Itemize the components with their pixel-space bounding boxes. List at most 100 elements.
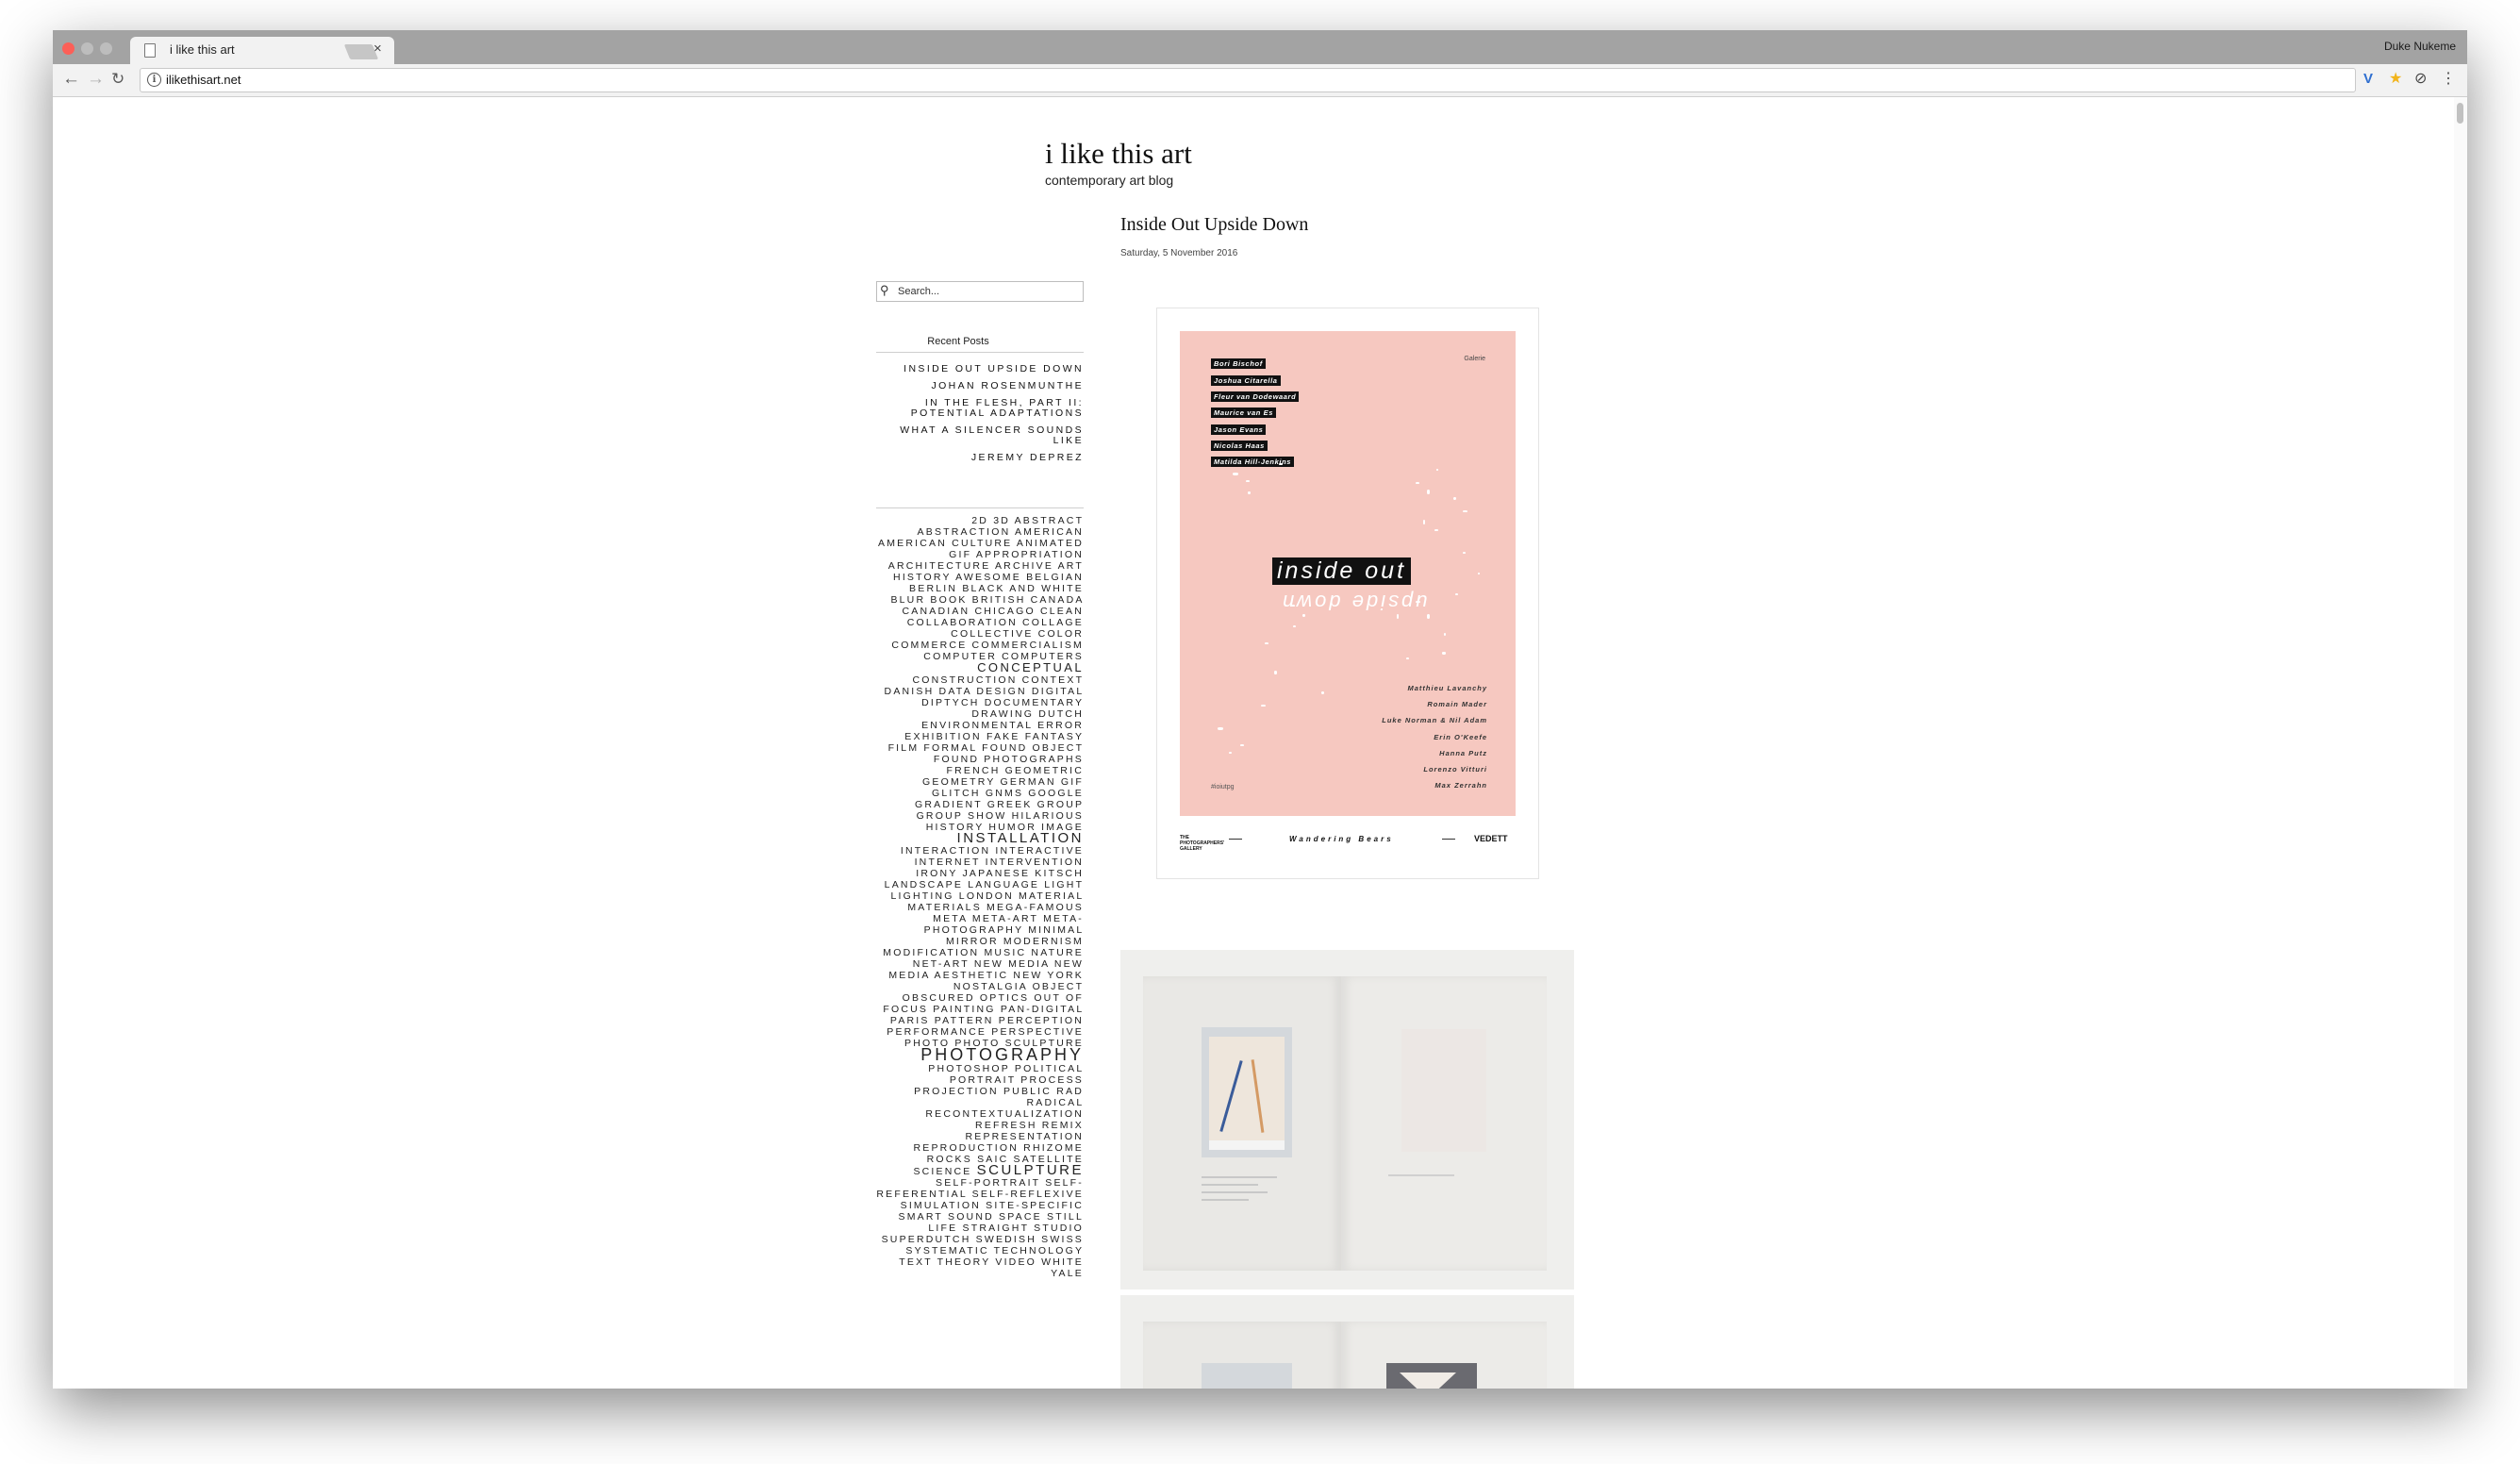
tag-link[interactable]: PUBLIC: [1003, 1086, 1052, 1097]
tag-link[interactable]: COMMERCE: [891, 640, 967, 651]
tag-link[interactable]: PHOTOSHOP: [928, 1063, 1010, 1074]
tag-link[interactable]: ENVIRONMENTAL: [921, 720, 1033, 731]
tag-link[interactable]: FORMAL: [923, 742, 977, 754]
profile-name[interactable]: Duke Nukeme: [2384, 40, 2456, 53]
tag-link[interactable]: FRENCH: [947, 765, 1001, 776]
tag-link[interactable]: GROUP SHOW: [917, 810, 1007, 822]
tag-link[interactable]: REFRESH: [975, 1120, 1037, 1131]
tag-link[interactable]: NEW MEDIA: [974, 958, 1050, 970]
tag-link[interactable]: STUDIO: [1034, 1223, 1084, 1234]
tag-link[interactable]: LIGHT: [1044, 879, 1084, 890]
zoom-window-button[interactable]: [100, 42, 112, 55]
url-text[interactable]: ilikethisart.net: [166, 73, 240, 87]
post-image-book-spread-2[interactable]: [1120, 1295, 1574, 1389]
tag-link[interactable]: COLLABORATION: [907, 617, 1018, 628]
tag-link[interactable]: GROUP: [1037, 799, 1084, 810]
tag-link[interactable]: NOSTALGIA: [953, 981, 1028, 992]
tag-link[interactable]: MIRROR: [946, 936, 999, 947]
tag-link[interactable]: AMERICAN: [1015, 526, 1084, 538]
tag-link[interactable]: COLLECTIVE: [951, 628, 1033, 640]
tag-link[interactable]: NEW YORK: [1013, 970, 1084, 981]
tag-link[interactable]: DESIGN: [976, 686, 1026, 697]
tag-link[interactable]: POLITICAL: [1015, 1063, 1084, 1074]
tag-link[interactable]: SOUND: [948, 1211, 994, 1223]
search-box[interactable]: ⚲: [876, 281, 1084, 302]
tag-link[interactable]: REMIX: [1042, 1120, 1084, 1131]
site-title[interactable]: i like this art: [1045, 137, 1192, 171]
tag-link[interactable]: NATURE: [1031, 947, 1084, 958]
tag-link[interactable]: PARIS: [890, 1015, 930, 1026]
tag-link[interactable]: GNMS: [986, 788, 1023, 799]
tag-link[interactable]: 3D: [993, 515, 1010, 526]
tag-link[interactable]: DANISH: [885, 686, 935, 697]
tag-link[interactable]: FILM: [888, 742, 920, 754]
tag-link[interactable]: OBJECT: [1033, 981, 1084, 992]
tag-link[interactable]: RHIZOME: [1023, 1142, 1084, 1154]
tag-link[interactable]: PHOTOGRAPHY: [920, 1045, 1084, 1064]
tag-link[interactable]: PROJECTION: [914, 1086, 999, 1097]
tag-link[interactable]: OBSCURED: [903, 992, 975, 1004]
tag-link[interactable]: PORTRAIT: [950, 1074, 1016, 1086]
tag-link[interactable]: SCIENCE: [913, 1166, 971, 1177]
tag-link[interactable]: SPACE: [999, 1211, 1042, 1223]
search-input[interactable]: [898, 284, 1077, 299]
tag-link[interactable]: GOOGLE: [1028, 788, 1084, 799]
tag-link[interactable]: INSTALLATION: [957, 830, 1084, 846]
tag-link[interactable]: WHITE: [1041, 1256, 1084, 1268]
recent-post-link[interactable]: JEREMY DEPREZ: [876, 453, 1084, 463]
tag-link[interactable]: GERMAN: [1000, 776, 1055, 788]
tag-link[interactable]: CLEAN: [1040, 606, 1084, 617]
tag-link[interactable]: DIGITAL: [1032, 686, 1084, 697]
tag-link[interactable]: SIMULATION: [901, 1200, 981, 1211]
tag-link[interactable]: RECONTEXTUALIZATION: [925, 1108, 1084, 1120]
tag-link[interactable]: LONDON: [959, 890, 1014, 902]
tag-link[interactable]: DATA: [939, 686, 972, 697]
tag-link[interactable]: MEGA-FAMOUS: [986, 902, 1084, 913]
tag-link[interactable]: LIGHTING: [890, 890, 953, 902]
tag-link[interactable]: DOCUMENTARY: [985, 697, 1084, 708]
back-icon[interactable]: ←: [62, 70, 80, 89]
minimize-window-button[interactable]: [81, 42, 93, 55]
recent-post-link[interactable]: INSIDE OUT UPSIDE DOWN: [876, 364, 1084, 374]
tag-link[interactable]: PATTERN: [935, 1015, 994, 1026]
tag-link[interactable]: AMERICAN CULTURE: [878, 538, 1012, 549]
tag-link[interactable]: RAD: [1056, 1086, 1084, 1097]
tag-link[interactable]: DUTCH: [1038, 708, 1084, 720]
tag-link[interactable]: SELF-REFLEXIVE: [972, 1189, 1084, 1200]
tag-link[interactable]: TEXT: [899, 1256, 932, 1268]
tag-link[interactable]: INTERACTIVE: [995, 845, 1084, 857]
tag-link[interactable]: PERSPECTIVE: [991, 1026, 1084, 1038]
tag-link[interactable]: ROCKS: [927, 1154, 972, 1165]
tag-link[interactable]: GEOMETRIC: [1005, 765, 1084, 776]
tag-link[interactable]: MODERNISM: [1003, 936, 1084, 947]
tag-link[interactable]: COLOR: [1038, 628, 1084, 640]
tag-link[interactable]: GREEK: [987, 799, 1033, 810]
tag-link[interactable]: GRADIENT: [915, 799, 983, 810]
tag-link[interactable]: APPROPRIATION: [976, 549, 1084, 560]
reload-icon[interactable]: ↻: [111, 70, 124, 89]
tag-link[interactable]: TECHNOLOGY: [994, 1245, 1084, 1256]
tag-link[interactable]: LANGUAGE: [968, 879, 1039, 890]
tag-link[interactable]: NET-ART: [913, 958, 970, 970]
tag-link[interactable]: OPTICS: [980, 992, 1029, 1004]
tag-link[interactable]: BOOK: [930, 594, 967, 606]
tag-link[interactable]: COMMERCIALISM: [972, 640, 1084, 651]
recent-post-link[interactable]: IN THE FLESH, PART II: POTENTIAL ADAPTAT…: [876, 398, 1084, 419]
address-bar[interactable]: i ilikethisart.net: [140, 68, 2356, 92]
tag-link[interactable]: CANADA: [1031, 594, 1084, 606]
tag-link[interactable]: SCULPTURE: [977, 1162, 1084, 1178]
tag-link[interactable]: MATERIAL: [1019, 890, 1084, 902]
scrollbar[interactable]: [2454, 97, 2467, 1389]
tag-link[interactable]: BRITISH: [972, 594, 1026, 606]
tag-link[interactable]: COLLAGE: [1022, 617, 1084, 628]
tag-link[interactable]: FAKE: [986, 731, 1020, 742]
tag-link[interactable]: CONTEXT: [1022, 674, 1084, 686]
tag-link[interactable]: MINIMAL: [1028, 924, 1084, 936]
post-image-book-spread[interactable]: [1120, 950, 1574, 1289]
tag-link[interactable]: MATERIALS: [907, 902, 982, 913]
tag-link[interactable]: 2D: [971, 515, 988, 526]
tag-link[interactable]: PERCEPTION: [999, 1015, 1084, 1026]
tag-link[interactable]: BLACK AND WHITE: [962, 583, 1084, 594]
tag-link[interactable]: SMART: [898, 1211, 942, 1223]
tag-link[interactable]: KITSCH: [1035, 868, 1084, 879]
